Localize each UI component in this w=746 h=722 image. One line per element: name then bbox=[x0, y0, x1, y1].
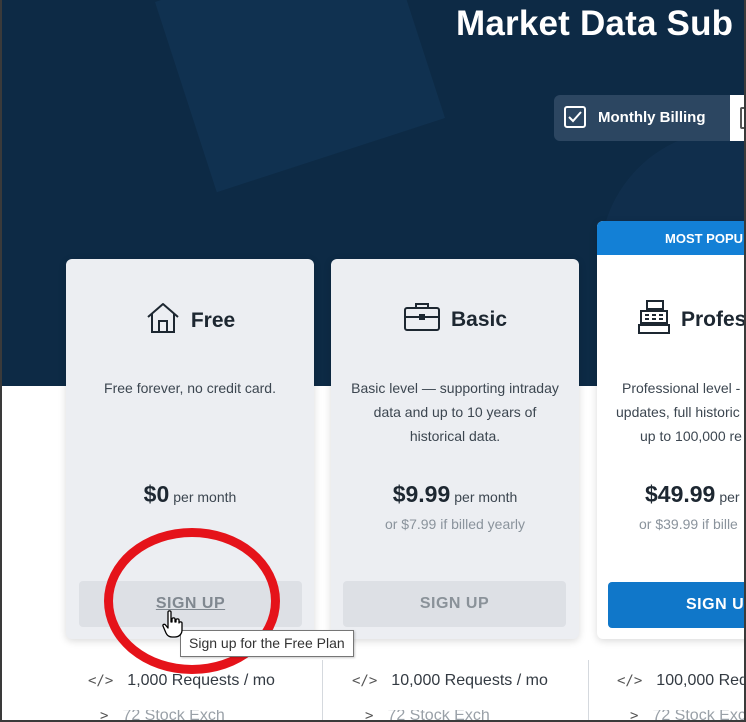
most-popular-banner: MOST POPU bbox=[597, 221, 746, 255]
hero-decoration bbox=[154, 0, 446, 193]
plan-card-professional: MOST POPU Profes Professional level - up… bbox=[597, 221, 746, 639]
code-icon: </> bbox=[352, 673, 378, 689]
plan-header: Basic bbox=[331, 301, 579, 338]
feature-text: 100,000 Reque bbox=[656, 672, 746, 689]
plan-name: Basic bbox=[450, 307, 508, 331]
price-period: per month bbox=[173, 489, 237, 505]
signup-button-professional[interactable]: SIGN U bbox=[608, 582, 746, 628]
plan-header: Profes bbox=[597, 299, 746, 340]
yearly-price-note: or $7.99 if billed yearly bbox=[384, 516, 526, 532]
page-title: Market Data Sub bbox=[456, 4, 734, 43]
plan-card-basic: Basic Basic level — supporting intraday … bbox=[331, 259, 579, 639]
code-icon: </> bbox=[617, 673, 643, 689]
column-divider bbox=[588, 660, 589, 722]
plan-price: $9.99 per month bbox=[331, 481, 579, 508]
column-divider bbox=[322, 660, 323, 722]
frame-border bbox=[0, 0, 2, 722]
billing-toggle[interactable]: Monthly Billing bbox=[554, 95, 746, 141]
signup-tooltip: Sign up for the Free Plan bbox=[180, 630, 354, 657]
yearly-price-note: or $39.99 if bille bbox=[639, 516, 738, 532]
briefcase-icon bbox=[403, 301, 441, 338]
description-line: up to 100,000 re bbox=[640, 428, 742, 444]
plan-description: Professional level - updates, full histo… bbox=[597, 376, 746, 448]
feature-item: </> 100,000 Reque bbox=[617, 672, 746, 690]
plan-price: $0 per month bbox=[66, 481, 314, 508]
description-line: updates, full historic bbox=[616, 404, 740, 420]
feature-item: </> 10,000 Requests / mo bbox=[352, 672, 548, 690]
plan-price: $49.99 per bbox=[597, 481, 746, 508]
price-period: per bbox=[719, 489, 740, 505]
plan-header: Free bbox=[66, 301, 314, 340]
monthly-billing-label: Monthly Billing bbox=[598, 108, 706, 126]
plan-description: Basic level — supporting intraday data a… bbox=[351, 380, 559, 444]
feature-text: 1,000 Requests / mo bbox=[127, 672, 275, 689]
description-line: Professional level - bbox=[622, 380, 741, 396]
signup-button-basic[interactable]: SIGN UP bbox=[343, 581, 566, 627]
plan-description: Free forever, no credit card. bbox=[104, 380, 276, 396]
plan-name: Free bbox=[190, 308, 236, 332]
check-icon[interactable] bbox=[564, 106, 586, 128]
price-amount: $0 bbox=[143, 481, 170, 507]
house-icon bbox=[145, 301, 181, 340]
feature-item: </> 1,000 Requests / mo bbox=[88, 672, 275, 690]
price-amount: $9.99 bbox=[392, 481, 451, 507]
monthly-billing-option[interactable]: Monthly Billing bbox=[564, 106, 705, 128]
cash-register-icon bbox=[637, 299, 671, 340]
code-icon: </> bbox=[88, 673, 114, 689]
price-amount: $49.99 bbox=[645, 481, 716, 507]
plan-name: Profes bbox=[681, 307, 746, 331]
hand-cursor-icon bbox=[162, 610, 183, 638]
price-period: per month bbox=[454, 489, 518, 505]
feature-text: 10,000 Requests / mo bbox=[391, 672, 548, 689]
